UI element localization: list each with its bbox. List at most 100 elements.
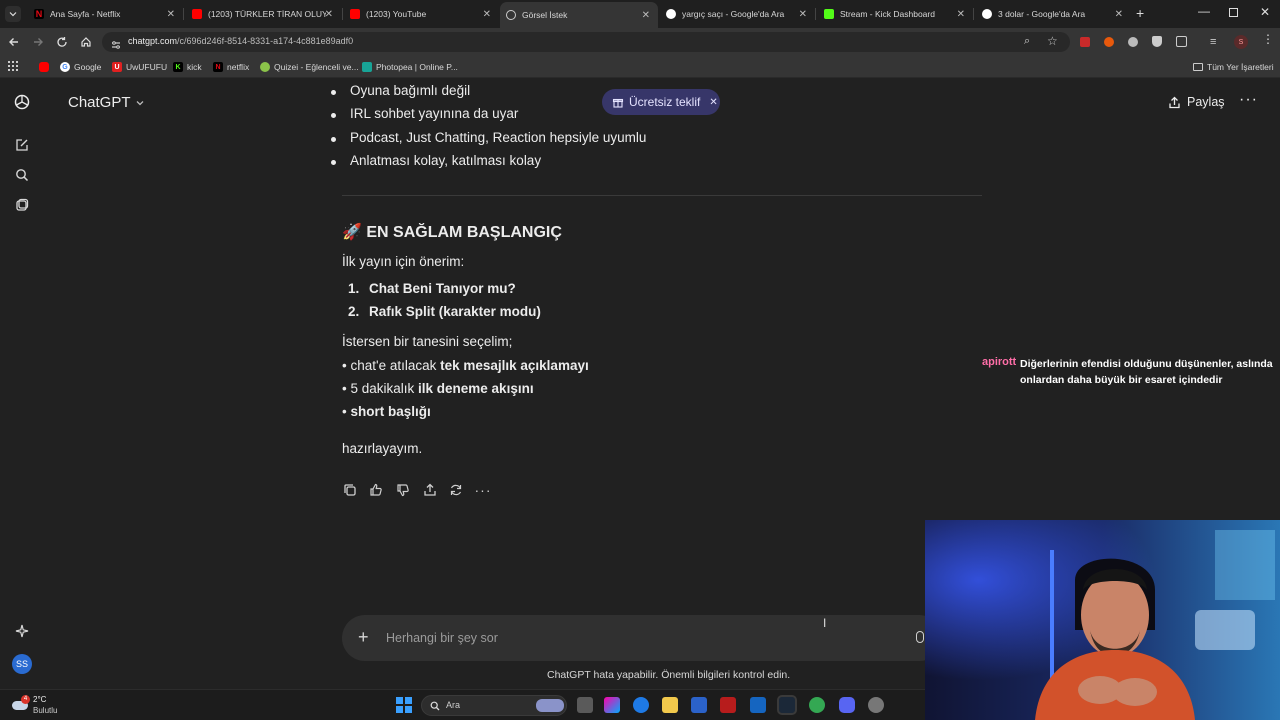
avatar[interactable]: SS — [12, 654, 32, 674]
bookmark-label: netflix — [227, 62, 250, 72]
restore-button[interactable] — [1229, 8, 1238, 17]
plus-icon[interactable]: + — [358, 627, 369, 648]
composer[interactable]: + Herhangi bir şey sor — [342, 615, 942, 661]
profile-avatar[interactable]: S — [1234, 35, 1248, 49]
taskbar: 4 2°C Bulutlu Ara — [0, 689, 925, 720]
close-window-button[interactable]: ✕ — [1260, 5, 1270, 19]
close-icon[interactable]: ✕ — [957, 9, 965, 20]
apps-grid-icon[interactable] — [8, 61, 18, 71]
tab-google-dolar[interactable]: 3 dolar - Google'da Ara ✕ — [976, 4, 1131, 24]
item-number: 1. — [348, 281, 360, 296]
extension-icon-red[interactable] — [1080, 37, 1090, 47]
close-icon[interactable]: ✕ — [709, 97, 717, 108]
share-label: Paylaş — [1187, 95, 1225, 109]
close-icon[interactable]: ✕ — [167, 9, 175, 20]
extension-icon-gray[interactable] — [1128, 37, 1138, 47]
model-selector[interactable]: ChatGPT — [68, 94, 145, 111]
mail-icon[interactable] — [750, 697, 766, 713]
openai-logo-icon[interactable] — [12, 92, 32, 112]
bookmark-quizei[interactable]: Quizei - Eğlenceli ve... — [260, 60, 359, 74]
extension-icon-orange[interactable] — [1104, 37, 1114, 47]
shield-icon[interactable] — [1152, 36, 1162, 47]
more-options-icon[interactable]: ··· — [1239, 91, 1258, 109]
home-button[interactable] — [77, 33, 95, 51]
weather-temp: 2°C — [33, 695, 47, 704]
weather-widget[interactable]: 4 2°C Bulutlu — [10, 693, 70, 717]
chevron-down-icon — [136, 100, 143, 105]
mic-icon[interactable] — [916, 631, 924, 643]
bookmark-uwufufu[interactable]: U UwUFUFU — [112, 60, 167, 74]
good-response-button[interactable] — [367, 481, 385, 499]
all-bookmarks[interactable]: Tüm Yer İşaretleri — [1193, 60, 1274, 74]
prompt-input[interactable]: Herhangi bir şey sor — [386, 631, 498, 645]
copy-button[interactable] — [341, 481, 359, 499]
taskbar-search[interactable]: Ara — [421, 695, 567, 716]
bookmark-google[interactable]: G Google — [60, 60, 101, 74]
list-item: IRL sohbet yayınına da uyar — [330, 106, 519, 121]
free-offer-button[interactable]: Ücretsiz teklif ✕ — [602, 89, 720, 115]
google-icon — [666, 9, 676, 19]
minimize-button[interactable]: — — [1198, 4, 1210, 18]
bookmark-photopea[interactable]: Photopea | Online P... — [362, 60, 458, 74]
discord-icon[interactable] — [839, 697, 855, 713]
browser-menu-icon[interactable]: ⋮ — [1262, 32, 1274, 46]
site-info-icon[interactable] — [111, 37, 121, 49]
youtube-icon — [192, 9, 202, 19]
close-icon[interactable]: ✕ — [483, 9, 491, 20]
close-icon[interactable]: ✕ — [1115, 9, 1123, 20]
reading-list-icon[interactable]: ≡ — [1210, 36, 1216, 48]
store-icon[interactable] — [691, 697, 707, 713]
tab-kick-dashboard[interactable]: Stream - Kick Dashboard ✕ — [818, 4, 973, 24]
chat-message-text: Diğerlerinin efendisi olduğunu düşünenle… — [1020, 358, 1273, 386]
task-view-icon[interactable] — [577, 697, 593, 713]
tab-google-yargic[interactable]: yargıç saçı - Google'da Ara ✕ — [660, 4, 815, 24]
steam-icon[interactable] — [777, 695, 797, 715]
new-tab-button[interactable]: + — [1136, 5, 1144, 21]
share-button[interactable]: Paylaş — [1168, 95, 1225, 109]
library-icon[interactable] — [12, 195, 32, 215]
sparkle-icon[interactable] — [12, 621, 32, 641]
bookmark-netflix[interactable]: N netflix — [213, 60, 249, 74]
windows-start-icon[interactable] — [396, 697, 412, 713]
bookmark-kick[interactable]: K kick — [173, 60, 202, 74]
edge-icon[interactable] — [633, 697, 649, 713]
close-icon[interactable]: ✕ — [642, 10, 650, 21]
chat-username: apirott — [982, 356, 1017, 368]
option-prefix: • 5 dakikalık — [342, 381, 419, 396]
forward-button[interactable] — [29, 33, 47, 51]
youtube-icon — [39, 62, 49, 72]
file-explorer-icon[interactable] — [662, 697, 678, 713]
tab-youtube[interactable]: (1203) YouTube ✕ — [344, 4, 499, 24]
app-icon[interactable] — [868, 697, 884, 713]
tab-label: yargıç saçı - Google'da Ara — [682, 9, 785, 19]
regenerate-button[interactable] — [447, 481, 465, 499]
list-item: Podcast, Just Chatting, Reaction hepsiyl… — [330, 130, 647, 145]
tab-netflix[interactable]: N Ana Sayfa - Netflix ✕ — [28, 4, 183, 24]
share-message-button[interactable] — [421, 481, 439, 499]
extensions-puzzle-icon[interactable] — [1176, 36, 1187, 47]
list-item: Anlatması kolay, katılması kolay — [330, 153, 542, 168]
offer-label: Ücretsiz teklif — [629, 95, 701, 109]
copilot-icon[interactable] — [604, 697, 620, 713]
search-icon[interactable] — [12, 165, 32, 185]
zoom-icon[interactable]: ⌕ — [1024, 35, 1030, 48]
bad-response-button[interactable] — [394, 481, 412, 499]
close-icon[interactable]: ✕ — [325, 9, 333, 20]
tab-gorsel-istek[interactable]: Görsel İstek ✕ — [500, 2, 658, 28]
bookmark-star-icon[interactable]: ☆ — [1047, 34, 1058, 48]
new-chat-icon[interactable] — [12, 135, 32, 155]
chrome-icon[interactable] — [809, 697, 825, 713]
back-button[interactable] — [5, 33, 23, 51]
address-bar[interactable]: chatgpt.com/c/696d246f-8514-8331-a174-4c… — [102, 32, 1070, 52]
tab-list-button[interactable] — [5, 6, 21, 22]
sidebar: SS — [0, 78, 44, 689]
uwufufu-icon: U — [112, 62, 122, 72]
netflix-app-icon[interactable] — [720, 697, 736, 713]
close-icon[interactable]: ✕ — [799, 9, 807, 20]
google-icon — [982, 9, 992, 19]
tab-youtube-video[interactable]: (1203) TÜRKLER TİRAN OLUYO! ✕ — [186, 4, 341, 24]
reload-button[interactable] — [53, 33, 71, 51]
home-icon — [81, 37, 91, 47]
bookmark-youtube[interactable] — [39, 60, 53, 74]
more-actions-icon[interactable]: ··· — [474, 481, 492, 499]
